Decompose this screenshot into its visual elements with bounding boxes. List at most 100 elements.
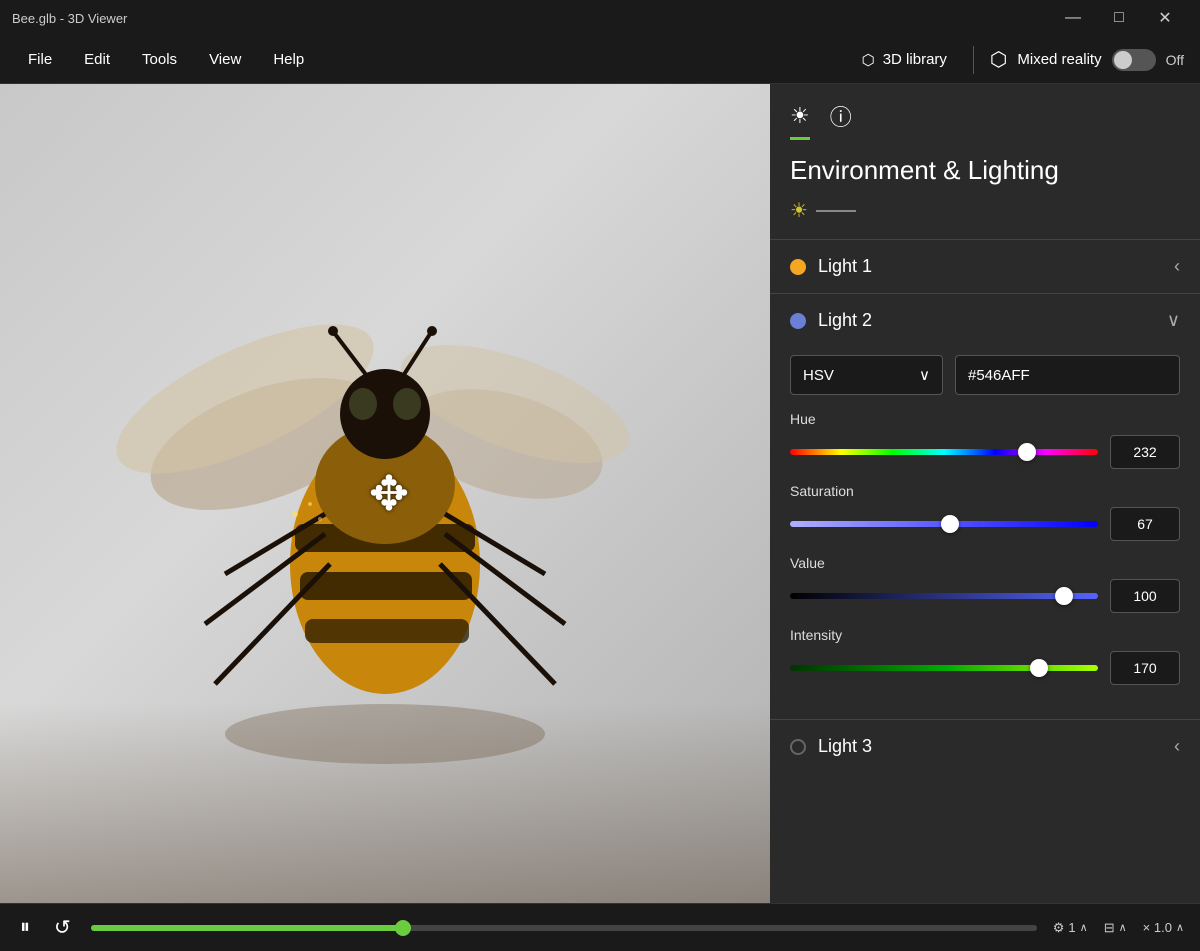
- saturation-thumb[interactable]: [941, 515, 959, 533]
- zoom-stat[interactable]: × 1.0 ∧: [1143, 920, 1184, 935]
- window-controls: — □ ✕: [1050, 0, 1188, 36]
- light-2-section: Light 2 ∨ HSV ∨ Hue: [770, 293, 1200, 719]
- minimize-button[interactable]: —: [1050, 0, 1096, 36]
- polygon-icon: ⚙: [1053, 920, 1065, 936]
- progress-thumb[interactable]: [395, 920, 411, 936]
- color-mode-select[interactable]: HSV ∨: [790, 355, 943, 395]
- value-slider-control: [790, 579, 1180, 613]
- saturation-slider-control: [790, 507, 1180, 541]
- dropdown-chevron-icon: ∨: [919, 366, 930, 384]
- intensity-value-input[interactable]: [1110, 651, 1180, 685]
- mixed-reality-toggle[interactable]: [1112, 49, 1156, 71]
- saturation-slider-row: Saturation: [790, 483, 1180, 541]
- intensity-track: [790, 665, 1098, 671]
- light-1-header[interactable]: Light 1 ‹: [770, 240, 1200, 293]
- light-2-content: HSV ∨ Hue: [770, 347, 1200, 719]
- library-label: 3D library: [883, 51, 947, 68]
- hue-slider-track-container[interactable]: [790, 442, 1098, 462]
- value-slider-row: Value: [790, 555, 1180, 613]
- progress-fill: [91, 925, 403, 931]
- viewer-content: ✥: [0, 84, 770, 903]
- refresh-button[interactable]: ↺: [50, 911, 75, 944]
- light-3-dot: [790, 739, 806, 755]
- light-1-chevron: ‹: [1174, 256, 1180, 277]
- subtitle-line: [816, 210, 856, 212]
- panel-tabs: ☀ ⓘ: [770, 84, 1200, 143]
- right-panel: ☀ ⓘ Environment & Lighting ☀ Light 1 ‹: [770, 84, 1200, 903]
- view-chevron-icon: ∧: [1119, 921, 1127, 934]
- color-hex-input[interactable]: [955, 355, 1180, 395]
- intensity-slider-control: [790, 651, 1180, 685]
- value-track: [790, 593, 1098, 599]
- mixed-reality-icon: ⬡: [990, 47, 1007, 72]
- close-button[interactable]: ✕: [1142, 0, 1188, 36]
- hue-slider-control: [790, 435, 1180, 469]
- maximize-button[interactable]: □: [1096, 0, 1142, 36]
- toggle-knob: [1114, 51, 1132, 69]
- light-1-header-left: Light 1: [790, 256, 872, 277]
- toggle-off-label: Off: [1166, 52, 1184, 68]
- menu-help[interactable]: Help: [261, 45, 316, 74]
- color-mode-row: HSV ∨: [790, 355, 1180, 395]
- menu-file[interactable]: File: [16, 45, 64, 74]
- menu-edit[interactable]: Edit: [72, 45, 122, 74]
- hue-slider-row: Hue: [790, 411, 1180, 469]
- menu-right: ⬡ 3D library ⬡ Mixed reality Off: [852, 45, 1184, 75]
- light-3-header-left: Light 3: [790, 736, 872, 757]
- tab-lighting[interactable]: ☀: [790, 103, 810, 140]
- light-2-dot: [790, 313, 806, 329]
- polygon-chevron-icon: ∧: [1080, 921, 1088, 934]
- pause-button[interactable]: ⏸: [16, 912, 34, 943]
- panel-title: Environment & Lighting: [770, 143, 1200, 194]
- light-2-name: Light 2: [818, 310, 872, 331]
- tab-info[interactable]: ⓘ: [830, 100, 852, 143]
- value-value-input[interactable]: [1110, 579, 1180, 613]
- progress-track[interactable]: [91, 925, 1037, 931]
- saturation-slider-track-container[interactable]: [790, 514, 1098, 534]
- intensity-slider-track-container[interactable]: [790, 658, 1098, 678]
- playback-bar: ⏸ ↺ ⚙ 1 ∧ ⊟ ∧ × 1.0 ∧: [0, 903, 1200, 951]
- light-3-name: Light 3: [818, 736, 872, 757]
- polygon-count-stat[interactable]: ⚙ 1 ∧: [1053, 920, 1088, 936]
- main-area: ✥ ☀ ⓘ Environment & Lighting ☀ Light 1 ‹: [0, 84, 1200, 903]
- light-2-chevron: ∨: [1167, 310, 1180, 331]
- color-mode-label: HSV: [803, 367, 834, 384]
- cube-icon: ⬡: [862, 51, 875, 69]
- view-stat[interactable]: ⊟ ∧: [1104, 920, 1127, 936]
- intensity-slider-row: Intensity: [790, 627, 1180, 685]
- light-1-dot: [790, 259, 806, 275]
- intensity-thumb[interactable]: [1030, 659, 1048, 677]
- light-3-chevron: ‹: [1174, 736, 1180, 757]
- hue-track: [790, 449, 1098, 455]
- playback-right: ⚙ 1 ∧ ⊟ ∧ × 1.0 ∧: [1053, 920, 1184, 936]
- zoom-chevron-icon: ∧: [1176, 921, 1184, 934]
- light-2-header-left: Light 2: [790, 310, 872, 331]
- sun-decoration-icon: ☀: [790, 198, 808, 223]
- value-thumb[interactable]: [1055, 587, 1073, 605]
- viewer-panel[interactable]: ✥: [0, 84, 770, 903]
- menu-view[interactable]: View: [197, 45, 253, 74]
- hue-thumb[interactable]: [1018, 443, 1036, 461]
- hue-label: Hue: [790, 411, 1180, 427]
- view-icon: ⊟: [1104, 920, 1115, 936]
- light-3-header[interactable]: Light 3 ‹: [770, 720, 1200, 773]
- hue-value-input[interactable]: [1110, 435, 1180, 469]
- panel-subtitle: ☀: [770, 194, 1200, 239]
- 3d-library-button[interactable]: ⬡ 3D library: [852, 45, 957, 75]
- value-label: Value: [790, 555, 1180, 571]
- menu-separator: [973, 46, 974, 74]
- light-2-header[interactable]: Light 2 ∨: [770, 294, 1200, 347]
- menu-tools[interactable]: Tools: [130, 45, 189, 74]
- window-title: Bee.glb - 3D Viewer: [12, 11, 127, 26]
- light-1-name: Light 1: [818, 256, 872, 277]
- value-slider-track-container[interactable]: [790, 586, 1098, 606]
- mixed-reality-label: Mixed reality: [1017, 51, 1101, 68]
- saturation-value-input[interactable]: [1110, 507, 1180, 541]
- polygon-value: 1: [1068, 920, 1075, 935]
- saturation-label: Saturation: [790, 483, 1180, 499]
- menu-items: File Edit Tools View Help: [16, 45, 852, 74]
- bee-model: [95, 204, 675, 784]
- intensity-label: Intensity: [790, 627, 1180, 643]
- title-bar: Bee.glb - 3D Viewer — □ ✕: [0, 0, 1200, 36]
- light-3-section: Light 3 ‹: [770, 719, 1200, 773]
